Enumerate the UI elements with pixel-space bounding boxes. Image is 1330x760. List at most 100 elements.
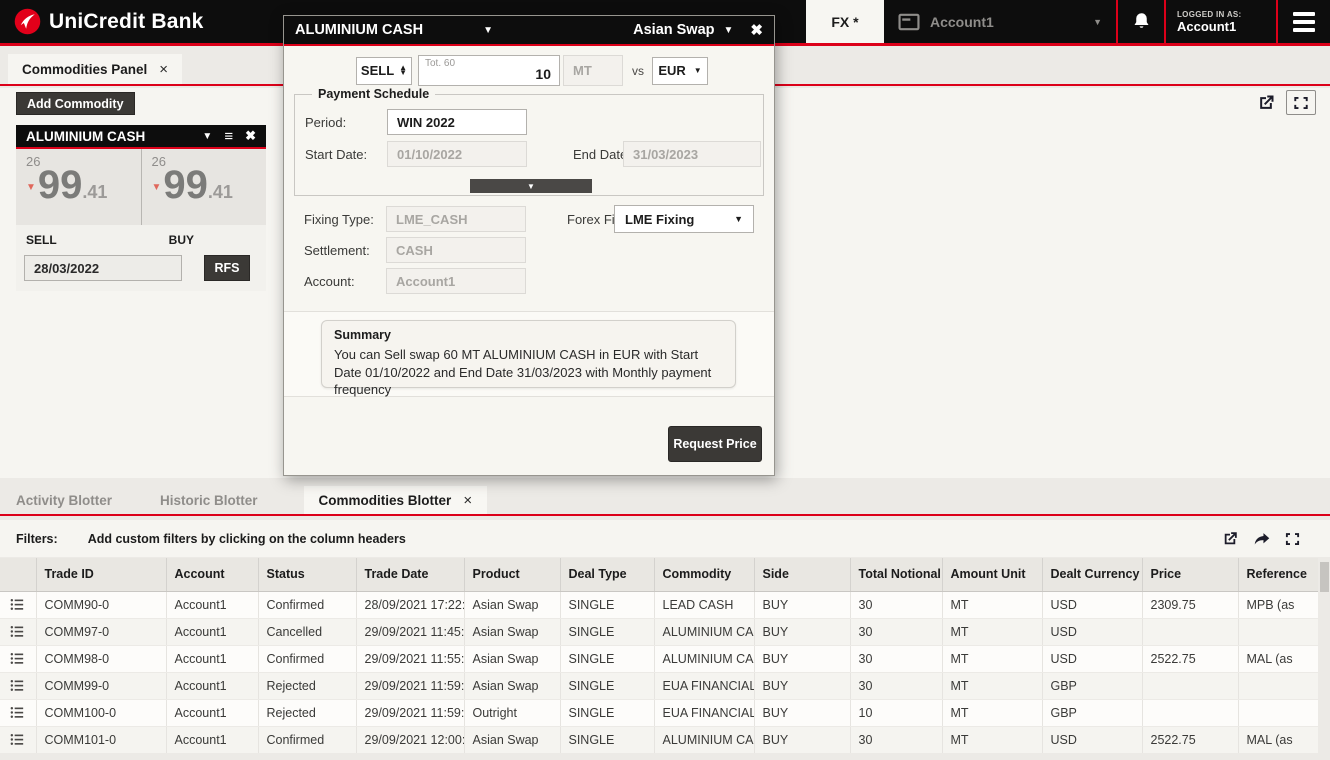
cell: Account1 <box>166 645 258 672</box>
column-header[interactable]: Price <box>1142 558 1238 591</box>
buy-price-tile[interactable]: 26 ▼ 99 .41 <box>142 149 267 225</box>
add-commodity-button[interactable]: Add Commodity <box>16 92 135 115</box>
cell: USD <box>1042 591 1142 618</box>
column-header[interactable]: Reference <box>1238 558 1318 591</box>
column-header[interactable]: Trade ID <box>36 558 166 591</box>
chevron-down-icon[interactable]: ▼ <box>202 131 212 142</box>
table-row[interactable]: COMM97-0Account1Cancelled29/09/2021 11:4… <box>0 618 1318 645</box>
table-row[interactable]: COMM90-0Account1Confirmed28/09/2021 17:2… <box>0 591 1318 618</box>
column-header[interactable]: Commodity <box>654 558 754 591</box>
end-date-input: 31/03/2023 <box>623 141 761 167</box>
row-menu-icon[interactable] <box>0 618 36 645</box>
close-icon[interactable]: × <box>463 492 472 509</box>
cell <box>1142 672 1238 699</box>
column-header[interactable]: Deal Type <box>560 558 654 591</box>
widget-menu-icon[interactable]: ≡ <box>224 128 233 145</box>
cell: Rejected <box>258 699 356 726</box>
chevron-down-icon: ▼ <box>1093 17 1102 27</box>
column-header[interactable]: Amount Unit <box>942 558 1042 591</box>
tab-commodities-panel[interactable]: Commodities Panel × <box>8 54 182 84</box>
side-value: SELL <box>361 63 394 78</box>
fullscreen-icon[interactable] <box>1286 90 1316 115</box>
chevron-down-icon[interactable]: ▼ <box>483 25 493 36</box>
column-header[interactable]: Total Notional Qu <box>850 558 942 591</box>
scrollbar-thumb[interactable] <box>1320 562 1329 592</box>
cell: 29/09/2021 12:00: <box>356 726 464 753</box>
close-icon[interactable]: × <box>159 61 168 78</box>
column-header[interactable]: Dealt Currency <box>1042 558 1142 591</box>
cell: 30 <box>850 645 942 672</box>
sell-price-decimals: .41 <box>82 182 107 203</box>
cell: MT <box>942 726 1042 753</box>
cell <box>1142 699 1238 726</box>
cell: EUA FINANCIAL <box>654 699 754 726</box>
cell: LEAD CASH <box>654 591 754 618</box>
blotter-table-body: COMM90-0Account1Confirmed28/09/2021 17:2… <box>0 591 1318 753</box>
fx-tab[interactable]: FX * <box>806 0 884 43</box>
cell: 30 <box>850 591 942 618</box>
table-row[interactable]: COMM101-0Account1Confirmed29/09/2021 12:… <box>0 726 1318 753</box>
open-new-window-icon[interactable] <box>1256 93 1276 113</box>
aluminium-cash-widget: ALUMINIUM CASH ▼ ≡ ✖ 26 ▼ 99 .41 <box>16 125 266 291</box>
column-header[interactable]: Account <box>166 558 258 591</box>
modal-title: ALUMINIUM CASH <box>295 22 423 38</box>
table-row[interactable]: COMM98-0Account1Confirmed29/09/2021 11:5… <box>0 645 1318 672</box>
cell: BUY <box>754 672 850 699</box>
cell: BUY <box>754 591 850 618</box>
rfs-button[interactable]: RFS <box>204 255 250 281</box>
table-row[interactable]: COMM99-0Account1Rejected29/09/2021 11:59… <box>0 672 1318 699</box>
chevron-down-icon[interactable]: ▼ <box>724 25 734 36</box>
cell: MPB (as <box>1238 591 1318 618</box>
cell: 30 <box>850 618 942 645</box>
column-header[interactable]: Side <box>754 558 850 591</box>
schedule-expander-button[interactable]: ▼ <box>470 179 592 193</box>
settlement-label: Settlement: <box>304 243 370 258</box>
close-icon[interactable]: ✖ <box>750 21 763 39</box>
open-new-window-icon[interactable] <box>1221 530 1239 548</box>
row-menu-icon[interactable] <box>0 645 36 672</box>
column-header[interactable]: Status <box>258 558 356 591</box>
row-menu-icon[interactable] <box>0 672 36 699</box>
request-price-button[interactable]: Request Price <box>668 426 762 462</box>
chevron-down-icon: ▼ <box>527 182 535 191</box>
cell: Confirmed <box>258 591 356 618</box>
table-header-row: Trade IDAccountStatusTrade DateProductDe… <box>0 558 1318 591</box>
table-scrollbar[interactable] <box>1318 558 1330 760</box>
currency-value: EUR <box>658 63 685 78</box>
close-icon[interactable]: ✖ <box>245 128 256 144</box>
fullscreen-icon[interactable] <box>1285 532 1300 546</box>
account-selector[interactable]: Account1 ▼ <box>884 0 1116 43</box>
notifications-button[interactable] <box>1116 0 1164 43</box>
chevron-down-icon: ▼ <box>734 214 743 224</box>
product-selector[interactable]: Asian Swap <box>633 22 714 38</box>
share-icon[interactable] <box>1253 531 1271 547</box>
column-header[interactable]: Trade Date <box>356 558 464 591</box>
row-menu-icon[interactable] <box>0 591 36 618</box>
tab-commodities-blotter[interactable]: Commodities Blotter × <box>304 486 488 514</box>
quantity-hint: Tot. 60 <box>425 58 455 69</box>
column-header[interactable]: Product <box>464 558 560 591</box>
main-menu-button[interactable] <box>1276 0 1330 43</box>
sell-price-tile[interactable]: 26 ▼ 99 .41 <box>16 149 142 225</box>
tab-activity-blotter[interactable]: Activity Blotter <box>16 486 112 514</box>
cell: ALUMINIUM CASH <box>654 618 754 645</box>
cell <box>1142 618 1238 645</box>
currency-dropdown[interactable]: EUR ▼ <box>652 57 708 85</box>
table-row[interactable]: COMM100-0Account1Rejected29/09/2021 11:5… <box>0 699 1318 726</box>
cell: MT <box>942 699 1042 726</box>
side-stepper[interactable]: SELL ▲▼ <box>356 57 412 85</box>
settlement-input: CASH <box>386 237 526 263</box>
tenor-date-input[interactable]: 28/03/2022 <box>24 255 182 281</box>
quantity-input[interactable]: Tot. 60 10 <box>418 55 560 86</box>
cell: EUA FINANCIAL <box>654 672 754 699</box>
stepper-icon[interactable]: ▲▼ <box>399 66 407 76</box>
modal-header: ALUMINIUM CASH ▼ Asian Swap ▼ ✖ <box>284 16 774 46</box>
row-menu-icon[interactable] <box>0 699 36 726</box>
cell: MT <box>942 591 1042 618</box>
row-menu-icon[interactable] <box>0 726 36 753</box>
forex-fixing-dropdown[interactable]: LME Fixing ▼ <box>614 205 754 233</box>
period-input[interactable]: WIN 2022 <box>387 109 527 135</box>
brand-name: UniCredit Bank <box>49 10 204 34</box>
cell: Account1 <box>166 618 258 645</box>
tab-historic-blotter[interactable]: Historic Blotter <box>160 486 258 514</box>
